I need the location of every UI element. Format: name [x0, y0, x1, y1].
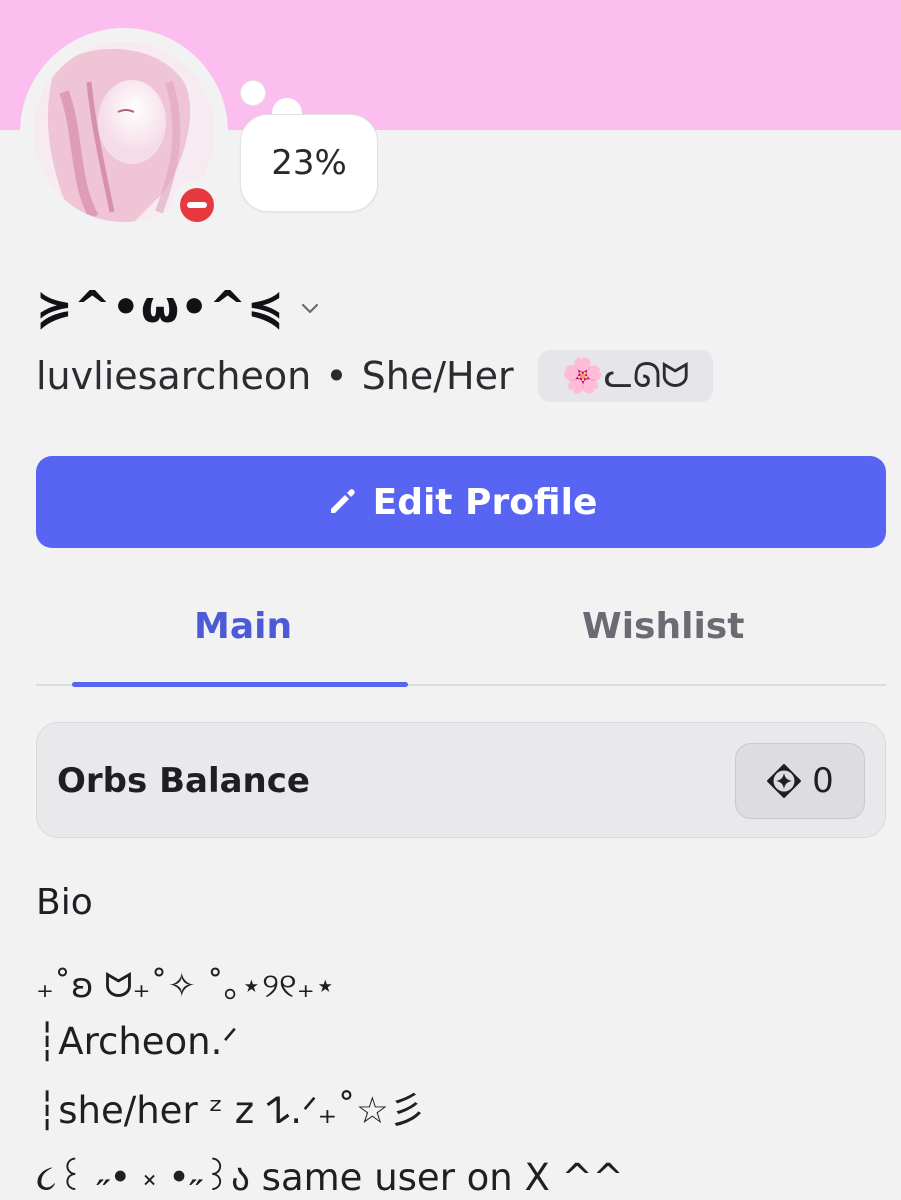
custom-status-bubble[interactable]: 23% — [240, 114, 378, 212]
profile-tag-label: 🌸ᓚᘏᗢ — [561, 356, 690, 396]
profile-tag[interactable]: 🌸ᓚᘏᗢ — [537, 350, 714, 402]
display-name-row[interactable]: ≽^•ω•^≼ — [36, 282, 321, 333]
username: luvliesarcheon — [36, 354, 312, 398]
edit-profile-label: Edit Profile — [372, 481, 598, 523]
pronouns: She/Her — [361, 354, 514, 398]
thought-bubble-dot-small — [240, 80, 266, 106]
orb-icon — [767, 764, 802, 798]
bio-line: ₊˚ʚ ᗢ₊˚✧ ˚｡⋆୨୧₊⋆ — [36, 966, 336, 1006]
tab-wishlist[interactable]: Wishlist — [582, 606, 744, 647]
pencil-icon — [330, 489, 355, 513]
custom-status-text: 23% — [271, 143, 347, 183]
bio-line: ૮꒰ ˶• ༝ •˶꒱ა same user on X ^^ — [36, 1156, 624, 1199]
user-meta-row: luvliesarcheon • She/Her 🌸ᓚᘏᗢ — [36, 350, 714, 402]
bio-line: ┆Archeon.ᐟ — [36, 1020, 239, 1063]
bio-line: ┆she/her ᶻ 𝗓 𐰁.ᐟ₊˚☆彡 — [36, 1089, 426, 1132]
orbs-balance-button[interactable]: 0 — [735, 743, 865, 819]
do-not-disturb-status-icon — [180, 188, 214, 222]
edit-profile-button[interactable]: Edit Profile — [36, 456, 886, 548]
tab-main[interactable]: Main — [194, 606, 292, 647]
profile-page: 23% ≽^•ω•^≼ luvliesarcheon • She/Her 🌸ᓚᘏ… — [0, 0, 901, 1200]
meta-separator: • — [325, 354, 348, 398]
orbs-balance-label: Orbs Balance — [57, 761, 310, 801]
orbs-balance-card: Orbs Balance 0 — [36, 722, 886, 838]
bio-heading: Bio — [36, 882, 93, 923]
chevron-down-icon[interactable] — [299, 297, 321, 319]
profile-tabs: Main Wishlist — [36, 586, 886, 687]
active-tab-indicator — [72, 682, 408, 687]
orbs-balance-value: 0 — [812, 761, 834, 801]
display-name: ≽^•ω•^≼ — [36, 282, 285, 333]
